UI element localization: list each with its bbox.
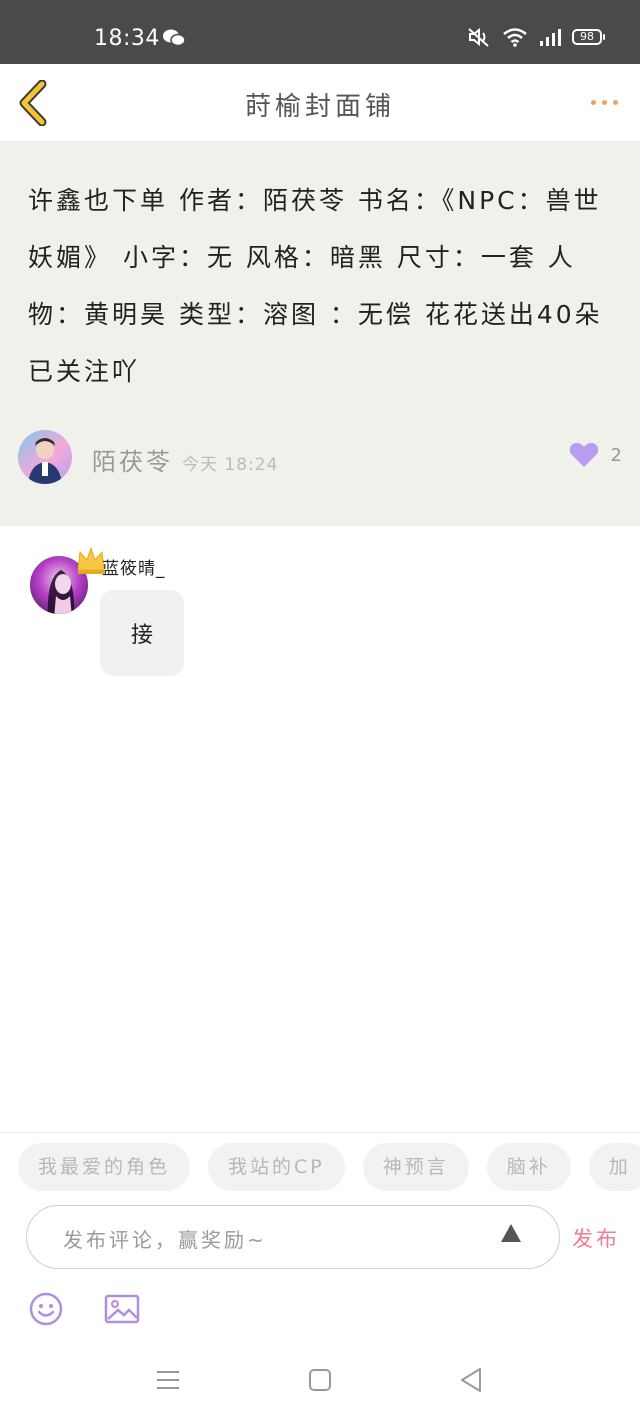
post-time: 今天 18:24: [182, 455, 279, 475]
post-text: 许鑫也下单 作者：陌茯苓 书名：《NPC：兽世妖媚》 小字：无 风格：暗黑 尺寸…: [28, 186, 603, 386]
tag-chip[interactable]: 我站的CP: [208, 1143, 345, 1191]
avatar[interactable]: [18, 430, 72, 484]
tag-chip[interactable]: 神预言: [362, 1143, 469, 1191]
post-author[interactable]: 陌茯苓: [92, 442, 173, 477]
like-button[interactable]: 2: [569, 442, 622, 468]
page-title: 莳榆封面铺: [244, 92, 395, 122]
status-bar: 18:34 98: [0, 0, 640, 64]
publish-button[interactable]: 发布: [572, 1223, 620, 1253]
comment-bubble: 接: [100, 590, 184, 676]
more-dots-icon[interactable]: [591, 100, 618, 105]
post-card: 许鑫也下单 作者：陌茯苓 书名：《NPC：兽世妖媚》 小字：无 风格：暗黑 尺寸…: [0, 142, 640, 526]
status-time: 18:34: [94, 26, 160, 51]
arrow-up-icon[interactable]: [499, 1222, 523, 1244]
wechat-icon: [163, 29, 186, 47]
tag-chip[interactable]: 我最爱的角色: [18, 1143, 191, 1191]
image-icon[interactable]: [104, 1293, 140, 1325]
menu-icon[interactable]: [154, 1366, 182, 1394]
wifi-icon: [503, 28, 527, 47]
comment-placeholder: 发布评论，赢奖励~: [63, 1228, 267, 1252]
comment-item: 蓝筱晴_ 接: [0, 526, 640, 686]
tag-row: 我最爱的角色 我站的CP 神预言 脑补 加: [18, 1143, 640, 1191]
home-icon[interactable]: [306, 1366, 334, 1394]
mute-icon: [468, 27, 489, 47]
nav-bar: 莳榆封面铺: [0, 64, 640, 142]
status-icons: 98: [466, 26, 605, 48]
battery-icon: 98: [572, 29, 605, 45]
tag-chip[interactable]: 加: [588, 1143, 640, 1191]
emoji-icon[interactable]: [28, 1291, 64, 1327]
system-nav-bar: [0, 1352, 640, 1422]
tag-chip[interactable]: 脑补: [486, 1143, 571, 1191]
commenter-name[interactable]: 蓝筱晴_: [102, 554, 166, 579]
back-triangle-icon[interactable]: [458, 1366, 486, 1394]
comment-input[interactable]: 发布评论，赢奖励~: [26, 1205, 560, 1269]
like-count: 2: [610, 444, 622, 466]
heart-icon: [569, 442, 598, 467]
signal-icon: [540, 29, 561, 46]
